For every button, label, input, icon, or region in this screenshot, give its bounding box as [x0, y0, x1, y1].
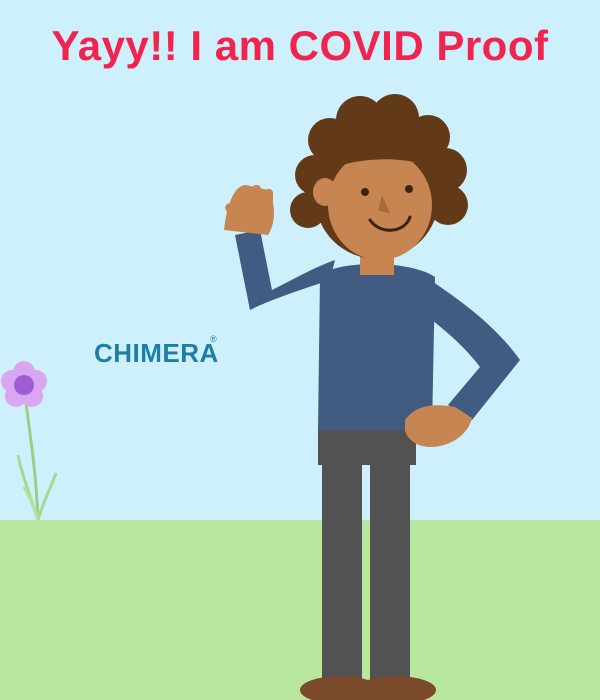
chimera-logo: CHIMERA ® [92, 332, 222, 372]
headline: Yayy!! I am COVID Proof [51, 22, 549, 69]
flower-illustration [1, 361, 58, 521]
logo-text: CHIMERA [94, 338, 219, 368]
scene: Yayy!! I am COVID Proof CHIMERA ® [0, 0, 600, 700]
waving-person-illustration [224, 94, 520, 700]
